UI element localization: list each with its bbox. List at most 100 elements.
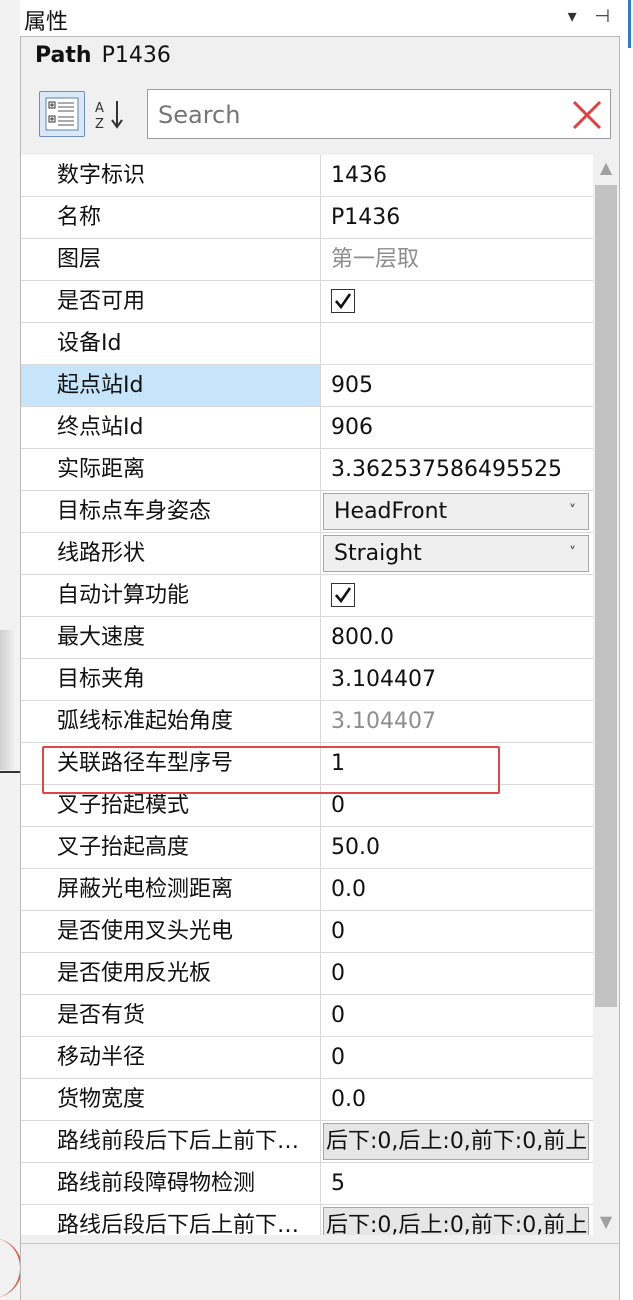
property-row[interactable]: 弧线标准起始角度 3.104407 — [21, 701, 593, 743]
property-value[interactable]: 5 — [321, 1163, 593, 1204]
property-row[interactable]: 目标夹角 3.104407 — [21, 659, 593, 701]
categorized-view-button[interactable] — [39, 91, 85, 137]
search-box[interactable] — [147, 89, 611, 139]
property-value[interactable]: 0.0 — [321, 1079, 593, 1120]
dropdown-value: HeadFront — [334, 499, 448, 524]
dropdown-select[interactable]: HeadFront ˅ — [323, 493, 589, 530]
property-value[interactable]: 0 — [321, 1037, 593, 1078]
property-value[interactable]: 3.104407 — [321, 701, 593, 742]
property-checkbox[interactable] — [321, 281, 593, 322]
property-value[interactable]: 906 — [321, 407, 593, 448]
vertical-scrollbar[interactable]: ▲ ▼ — [593, 155, 619, 1235]
property-dropdown[interactable]: HeadFront ˅ — [321, 491, 593, 532]
property-row[interactable]: 路线后段后下后上前下… 后下:0,后上:0,前下:0,前上 — [21, 1205, 593, 1235]
scroll-down-arrow-icon[interactable]: ▼ — [593, 1209, 619, 1235]
property-row[interactable]: 移动半径 0 — [21, 1037, 593, 1079]
property-value[interactable]: 50.0 — [321, 827, 593, 868]
property-value[interactable]: 3.104407 — [321, 659, 593, 700]
property-row[interactable]: 最大速度 800.0 — [21, 617, 593, 659]
property-label: 路线后段后下后上前下… — [21, 1205, 321, 1235]
property-row[interactable]: 是否有货 0 — [21, 995, 593, 1037]
clear-search-icon[interactable] — [570, 98, 604, 132]
object-header: Path P1436 — [35, 43, 171, 68]
property-row[interactable]: 叉子抬起高度 50.0 — [21, 827, 593, 869]
scroll-up-arrow-icon[interactable]: ▲ — [593, 155, 619, 181]
svg-text:A: A — [95, 101, 104, 116]
property-label: 弧线标准起始角度 — [21, 701, 321, 742]
property-value[interactable]: 3.362537586495525 — [321, 449, 593, 490]
alphabetical-sort-button[interactable]: A Z — [87, 91, 133, 137]
property-label: 目标点车身姿态 — [21, 491, 321, 532]
object-name: P1436 — [101, 43, 171, 68]
property-label: 数字标识 — [21, 155, 321, 196]
property-row[interactable]: 名称 P1436 — [21, 197, 593, 239]
property-row[interactable]: 数字标识 1436 — [21, 155, 593, 197]
property-row[interactable]: 设备Id — [21, 323, 593, 365]
collection-editor-box[interactable]: 后下:0,后上:0,前下:0,前上 — [323, 1123, 589, 1160]
property-row[interactable]: 货物宽度 0.0 — [21, 1079, 593, 1121]
property-row[interactable]: 终点站Id 906 — [21, 407, 593, 449]
property-label: 叉子抬起高度 — [21, 827, 321, 868]
property-row[interactable]: 是否使用叉头光电 0 — [21, 911, 593, 953]
property-dropdown[interactable]: Straight ˅ — [321, 533, 593, 574]
dropdown-value: Straight — [334, 541, 422, 566]
pin-dropdown-icon[interactable]: ▾ ⊣ — [568, 6, 616, 27]
property-value[interactable]: 0 — [321, 953, 593, 994]
property-value[interactable]: 905 — [321, 365, 593, 406]
property-label: 是否有货 — [21, 995, 321, 1036]
property-label: 路线前段障碍物检测 — [21, 1163, 321, 1204]
property-value[interactable]: 0 — [321, 911, 593, 952]
property-value[interactable]: 0 — [321, 995, 593, 1036]
property-label: 最大速度 — [21, 617, 321, 658]
chevron-down-icon[interactable]: ˅ — [569, 536, 576, 571]
property-label: 实际距离 — [21, 449, 321, 490]
property-value[interactable]: 0.0 — [321, 869, 593, 910]
property-label: 线路形状 — [21, 533, 321, 574]
property-checkbox[interactable] — [321, 575, 593, 616]
right-edge-strip — [622, 0, 633, 1300]
left-edge-line — [0, 771, 20, 773]
checkbox-checked-icon[interactable] — [331, 583, 355, 607]
property-label: 移动半径 — [21, 1037, 321, 1078]
property-label: 是否可用 — [21, 281, 321, 322]
property-label: 名称 — [21, 197, 321, 238]
property-collection-value[interactable]: 后下:0,后上:0,前下:0,前上 — [321, 1205, 593, 1235]
object-type: Path — [35, 43, 92, 68]
property-row[interactable]: 线路形状 Straight ˅ — [21, 533, 593, 575]
property-value[interactable]: 1436 — [321, 155, 593, 196]
properties-panel: Path P1436 A Z Search 数字标识 1436 名称 P1436… — [20, 36, 620, 1300]
categorized-icon — [45, 97, 79, 131]
collection-editor-box[interactable]: 后下:0,后上:0,前下:0,前上 — [323, 1207, 589, 1235]
property-value[interactable] — [321, 323, 593, 364]
property-row[interactable]: 是否使用反光板 0 — [21, 953, 593, 995]
property-label: 目标夹角 — [21, 659, 321, 700]
search-input[interactable] — [156, 98, 560, 132]
sort-az-icon: A Z — [95, 101, 123, 131]
property-row[interactable]: 路线前段障碍物检测 5 — [21, 1163, 593, 1205]
scrollbar-thumb[interactable] — [595, 185, 617, 1007]
property-row[interactable]: 起点站Id 905 — [21, 365, 593, 407]
checkbox-checked-icon[interactable] — [331, 289, 355, 313]
property-label: 是否使用叉头光电 — [21, 911, 321, 952]
highlight-annotation — [42, 746, 500, 794]
property-row[interactable]: 图层 第一层取 — [21, 239, 593, 281]
panel-titlebar: 属性 ▾ ⊣ — [20, 0, 622, 36]
property-row[interactable]: 实际距离 3.362537586495525 — [21, 449, 593, 491]
property-collection-value[interactable]: 后下:0,后上:0,前下:0,前上 — [321, 1121, 593, 1162]
property-value[interactable]: 第一层取 — [321, 239, 593, 280]
dropdown-select[interactable]: Straight ˅ — [323, 535, 589, 572]
property-label: 自动计算功能 — [21, 575, 321, 616]
property-label: 起点站Id — [21, 365, 321, 406]
panel-title: 属性 — [24, 10, 69, 35]
property-value[interactable]: 800.0 — [321, 617, 593, 658]
property-label: 货物宽度 — [21, 1079, 321, 1120]
property-value[interactable]: P1436 — [321, 197, 593, 238]
property-row[interactable]: 屏蔽光电检测距离 0.0 — [21, 869, 593, 911]
chevron-down-icon[interactable]: ˅ — [569, 494, 576, 529]
left-edge-shadow — [0, 630, 14, 770]
property-row[interactable]: 是否可用 — [21, 281, 593, 323]
property-row[interactable]: 路线前段后下后上前下… 后下:0,后上:0,前下:0,前上 — [21, 1121, 593, 1163]
property-row[interactable]: 目标点车身姿态 HeadFront ˅ — [21, 491, 593, 533]
property-row[interactable]: 自动计算功能 — [21, 575, 593, 617]
property-label: 图层 — [21, 239, 321, 280]
